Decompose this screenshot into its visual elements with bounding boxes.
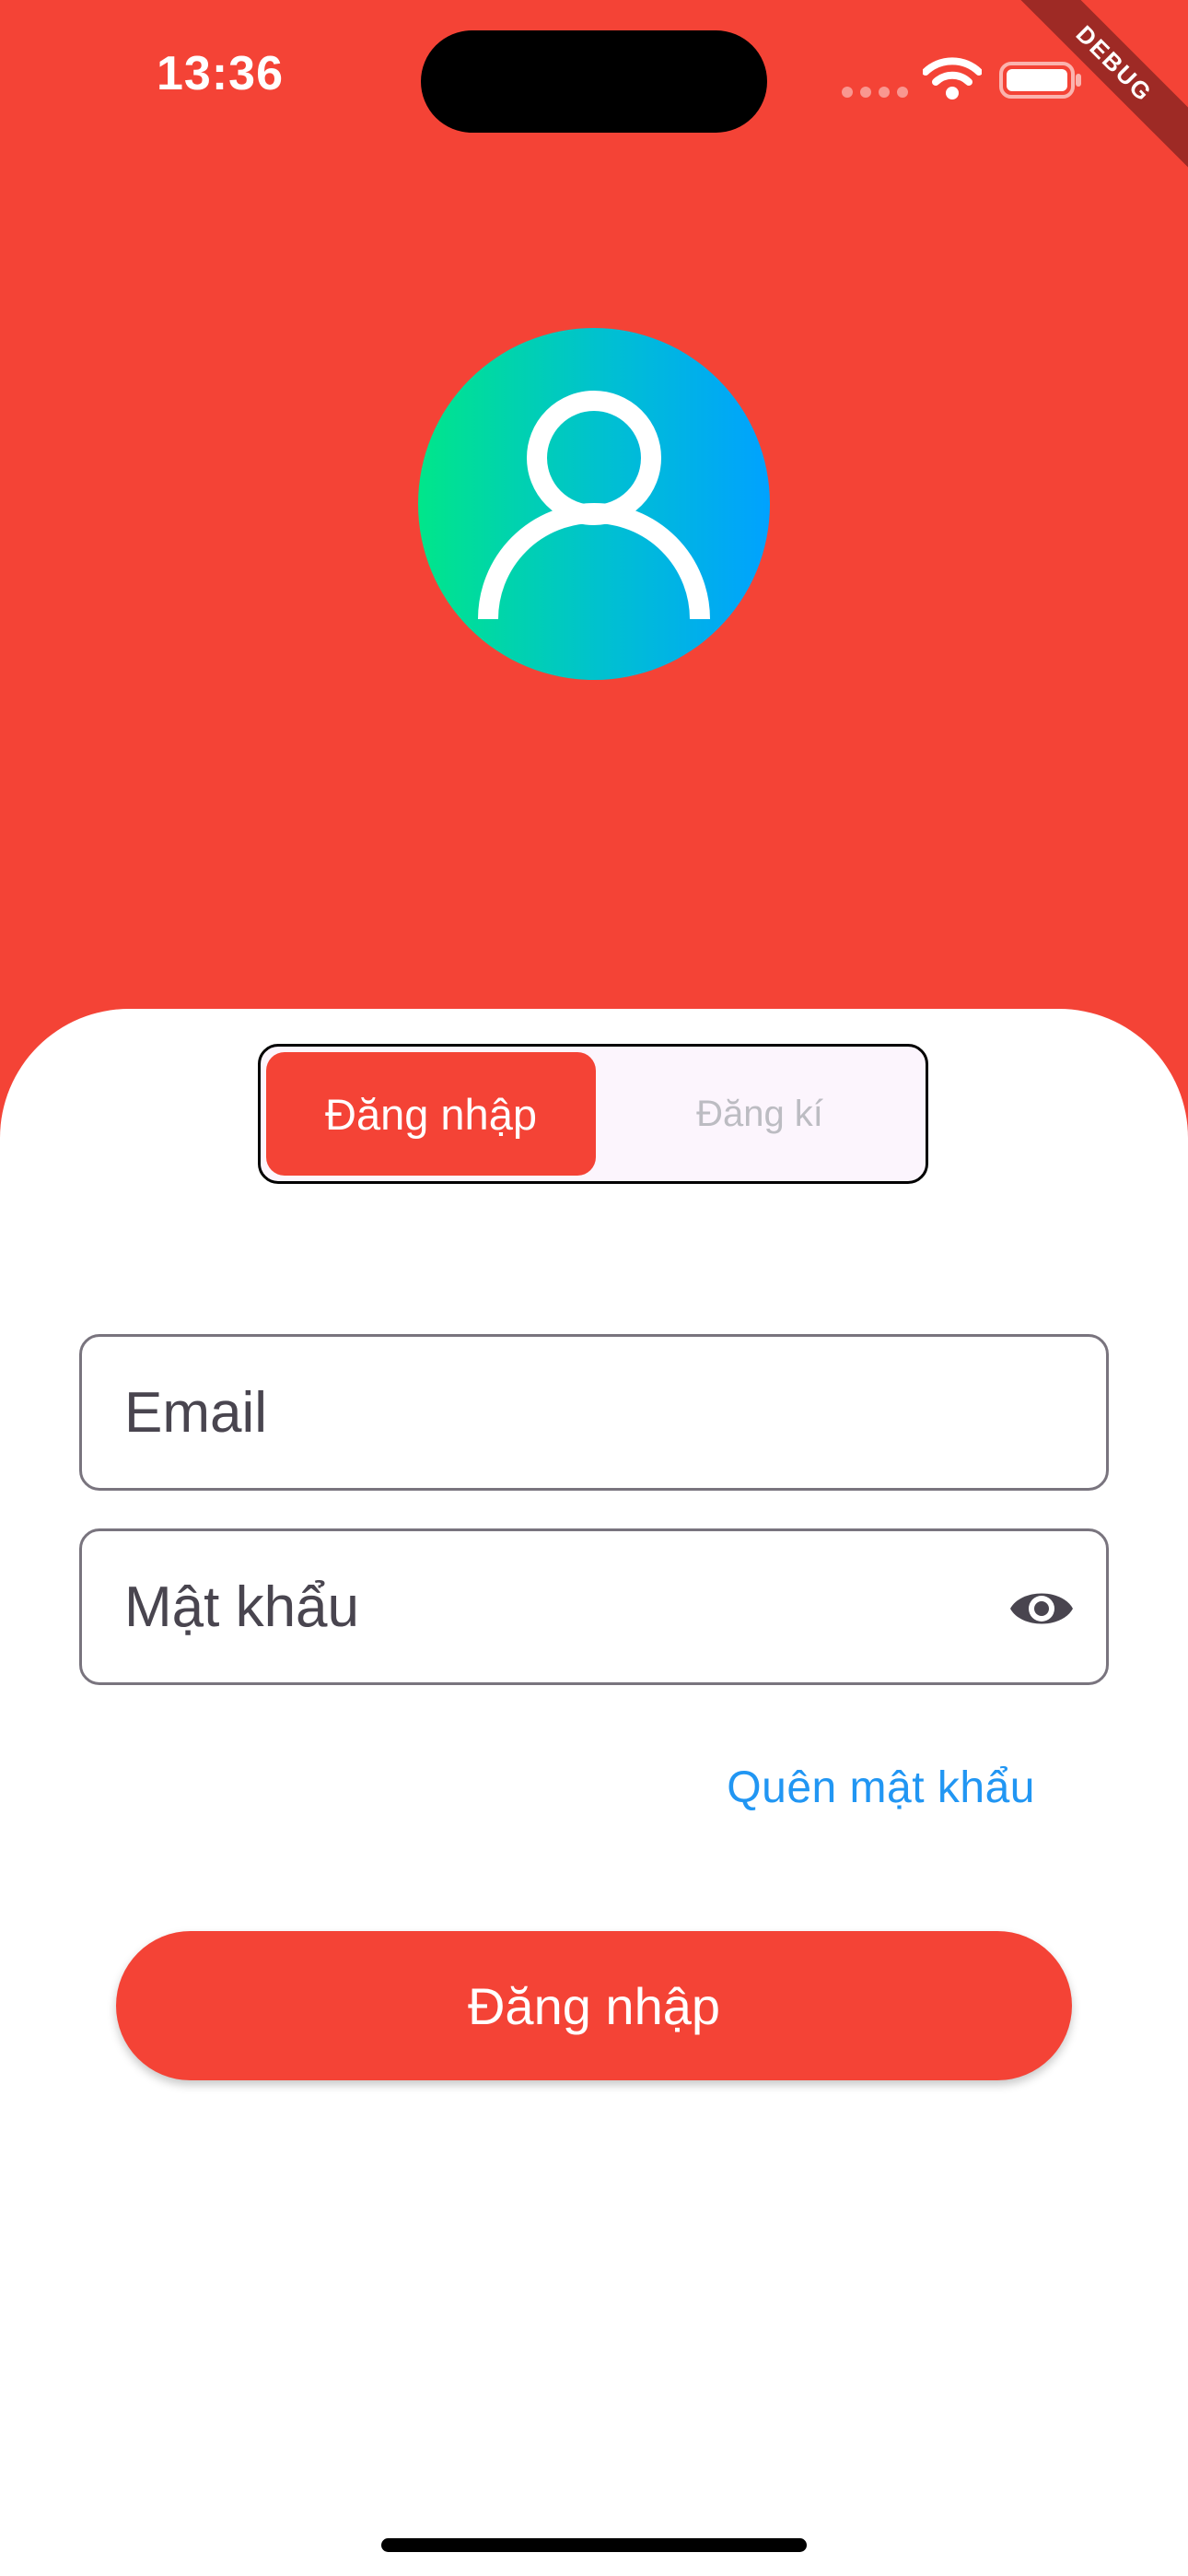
auth-toggle: Đăng nhập Đăng kí xyxy=(258,1044,928,1184)
email-input[interactable] xyxy=(124,1337,972,1488)
tab-login[interactable]: Đăng nhập xyxy=(266,1052,596,1176)
wifi-icon xyxy=(923,57,982,100)
password-field[interactable] xyxy=(79,1528,1109,1685)
tab-register[interactable]: Đăng kí xyxy=(600,1052,920,1176)
email-field[interactable] xyxy=(79,1334,1109,1491)
debug-banner-container: DEBUG xyxy=(1004,0,1188,184)
dynamic-island xyxy=(421,30,767,133)
home-indicator xyxy=(381,2538,807,2552)
eye-icon[interactable] xyxy=(1008,1581,1075,1636)
login-button[interactable]: Đăng nhập xyxy=(116,1931,1072,2080)
person-outline-icon xyxy=(478,391,710,620)
status-time: 13:36 xyxy=(157,47,284,100)
debug-banner: DEBUG xyxy=(1004,0,1188,177)
forgot-password-link[interactable]: Quên mật khẩu xyxy=(727,1762,1035,1813)
avatar xyxy=(418,328,770,680)
password-input[interactable] xyxy=(124,1531,972,1682)
cellular-signal-icon xyxy=(842,87,908,98)
